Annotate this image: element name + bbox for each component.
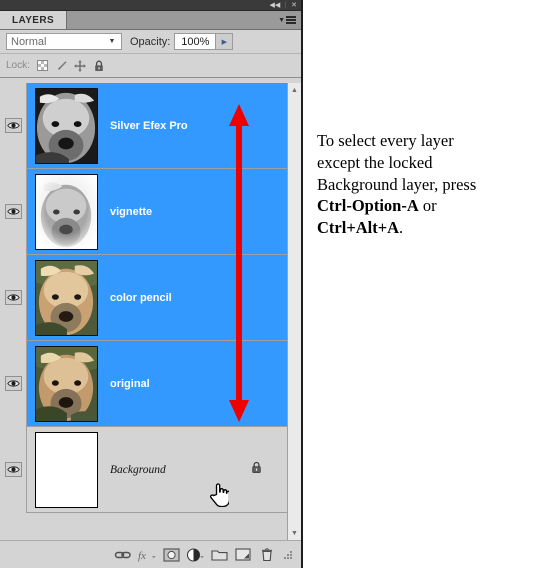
opacity-slider-arrow-icon[interactable]: ▶ xyxy=(215,34,233,49)
tab-layers[interactable]: LAYERS xyxy=(0,11,68,29)
new-layer-icon[interactable] xyxy=(231,545,255,565)
layer-name[interactable]: Background xyxy=(110,464,166,476)
panel-titlebar: ◀◀ | ✕ xyxy=(0,0,301,11)
scroll-down-arrow-icon[interactable]: ▼ xyxy=(288,526,301,540)
shortcut-windows: Ctrl+Alt+A xyxy=(317,218,400,238)
layer-visibility-cell[interactable] xyxy=(0,254,27,341)
pointing-hand-cursor xyxy=(210,483,229,507)
resize-grip-icon[interactable] xyxy=(283,550,293,560)
opacity-value[interactable]: 100% xyxy=(175,34,215,49)
svg-text:fx: fx xyxy=(138,550,146,562)
eye-icon[interactable] xyxy=(4,376,22,391)
lock-all-padlock-icon[interactable] xyxy=(92,58,107,73)
close-icon[interactable]: ✕ xyxy=(291,1,297,9)
layers-panel: ◀◀ | ✕ LAYERS ▼ Normal ▼ Opacity: 100% ▶… xyxy=(0,0,303,568)
opacity-field[interactable]: 100% ▶ xyxy=(174,33,234,50)
vertical-scrollbar[interactable]: ▲ ▼ xyxy=(287,83,301,540)
panel-tabstrip: LAYERS ▼ xyxy=(0,11,301,30)
titlebar-separator: | xyxy=(284,1,287,9)
layer-name[interactable]: Silver Efex Pro xyxy=(110,120,188,132)
eye-icon[interactable] xyxy=(4,204,22,219)
caption-period: . xyxy=(399,218,404,238)
table-row[interactable]: Silver Efex Pro xyxy=(0,83,287,169)
eye-icon[interactable] xyxy=(4,462,22,477)
lock-label: Lock: xyxy=(6,60,30,71)
layers-panel-footer: fx xyxy=(0,540,301,568)
caption-line-1: To select every layer xyxy=(317,131,454,150)
link-layers-icon[interactable] xyxy=(111,545,135,565)
layers-list-area[interactable]: Silver Efex Pro vignette color pencil or… xyxy=(0,83,301,540)
eye-icon[interactable] xyxy=(4,290,22,305)
layer-visibility-cell[interactable] xyxy=(0,340,27,427)
move-arrows-icon[interactable] xyxy=(73,58,88,73)
opacity-label: Opacity: xyxy=(130,35,171,48)
eye-icon[interactable] xyxy=(4,118,22,133)
blend-mode-value: Normal xyxy=(11,35,47,48)
layer-name[interactable]: original xyxy=(110,378,150,390)
table-row[interactable]: Background xyxy=(0,426,287,513)
layer-name[interactable]: color pencil xyxy=(110,292,172,304)
tabstrip-filler xyxy=(67,11,278,29)
layer-thumbnail[interactable] xyxy=(35,173,98,250)
shortcut-mac: Ctrl-Option-A xyxy=(317,196,419,216)
transparency-checker-icon[interactable] xyxy=(35,58,50,73)
caption-conjunction: or xyxy=(418,196,437,216)
delete-layer-trash-icon[interactable] xyxy=(255,545,279,565)
layer-visibility-cell[interactable] xyxy=(0,426,27,513)
lock-row: Lock: xyxy=(0,54,301,78)
table-row[interactable]: vignette xyxy=(0,168,287,255)
new-adjustment-layer-icon[interactable] xyxy=(183,545,207,565)
table-row[interactable]: original xyxy=(0,340,287,427)
layer-thumbnail[interactable] xyxy=(35,345,98,422)
layer-visibility-cell[interactable] xyxy=(0,168,27,255)
instruction-caption: To select every layer except the locked … xyxy=(317,130,541,239)
blend-opacity-row: Normal ▼ Opacity: 100% ▶ xyxy=(0,30,301,54)
layer-visibility-cell[interactable] xyxy=(0,83,27,169)
collapse-arrows-icon[interactable]: ◀◀ xyxy=(270,1,281,9)
panel-menu-lines-icon xyxy=(286,15,296,26)
layer-locked-padlock-icon xyxy=(250,460,263,479)
layer-style-fx-icon[interactable]: fx xyxy=(135,545,159,565)
panel-menu-caret-icon: ▼ xyxy=(278,16,285,24)
paintbrush-icon[interactable] xyxy=(54,58,69,73)
chevron-down-icon: ▼ xyxy=(108,38,116,45)
caption-line-3: Background layer, press xyxy=(317,174,477,194)
layer-name[interactable]: vignette xyxy=(110,206,152,218)
scroll-up-arrow-icon[interactable]: ▲ xyxy=(288,83,301,97)
table-row[interactable]: color pencil xyxy=(0,254,287,341)
layer-thumbnail[interactable] xyxy=(35,87,98,164)
caption-line-2: except the locked xyxy=(317,152,433,172)
blend-mode-select[interactable]: Normal ▼ xyxy=(6,33,122,50)
layer-thumbnail[interactable] xyxy=(35,431,98,508)
layer-thumbnail[interactable] xyxy=(35,259,98,336)
add-layer-mask-icon[interactable] xyxy=(159,545,183,565)
panel-menu-icon[interactable]: ▼ xyxy=(278,11,301,29)
new-group-folder-icon[interactable] xyxy=(207,545,231,565)
layers-list: Silver Efex Pro vignette color pencil or… xyxy=(0,83,287,540)
